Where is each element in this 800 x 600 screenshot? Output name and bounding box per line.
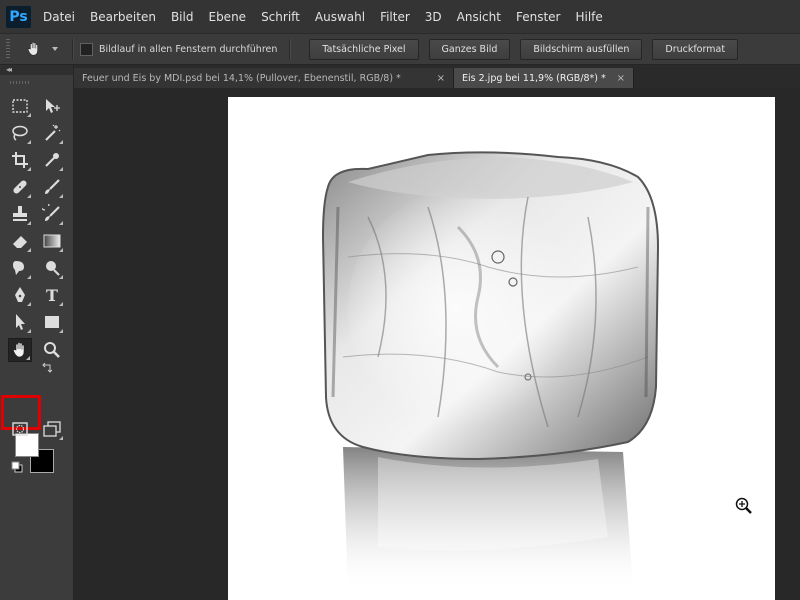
options-bar-grip[interactable] (6, 39, 10, 59)
clone-stamp-tool[interactable] (8, 202, 32, 226)
gradient-tool[interactable] (40, 229, 64, 253)
actual-pixels-button[interactable]: Tatsächliche Pixel (309, 38, 419, 60)
close-icon[interactable]: × (429, 73, 445, 84)
menu-bearbeiten[interactable]: Bearbeiten (90, 10, 156, 24)
blur-tool[interactable] (8, 256, 32, 280)
crop-tool[interactable] (8, 148, 32, 172)
menu-datei[interactable]: Datei (43, 10, 75, 24)
swap-arrows-icon (42, 363, 53, 373)
document-tab-bar: Feuer und Eis by MDI.psd bei 14,1% (Pull… (74, 65, 800, 88)
separator (289, 39, 292, 59)
tab-feuer-und-eis[interactable]: Feuer und Eis by MDI.psd bei 14,1% (Pull… (74, 68, 454, 88)
eraser-tool[interactable] (8, 229, 32, 253)
tools-panel-grip[interactable] (10, 81, 30, 84)
collapse-panel-icon[interactable]: ◂◂ (6, 66, 12, 74)
menu-hilfe[interactable]: Hilfe (575, 10, 602, 24)
menu-ansicht[interactable]: Ansicht (457, 10, 501, 24)
menu-filter[interactable]: Filter (380, 10, 410, 24)
photoshop-logo: Ps (6, 5, 31, 28)
default-colors-icon (11, 461, 23, 473)
type-tool[interactable]: T (40, 283, 64, 307)
fill-screen-button[interactable]: Bildschirm ausfüllen (520, 38, 643, 60)
type-icon: T (46, 285, 58, 305)
swap-colors-button[interactable] (40, 363, 54, 375)
dodge-tool[interactable] (40, 256, 64, 280)
chevron-down-icon[interactable] (52, 47, 58, 51)
zoom-tool[interactable] (40, 338, 64, 362)
zoom-cursor-icon (734, 496, 754, 516)
canvas-area[interactable] (74, 88, 800, 600)
brush-tool[interactable] (40, 175, 64, 199)
history-brush-tool[interactable] (40, 202, 64, 226)
path-selection-tool[interactable] (8, 310, 32, 334)
tool-preset-picker[interactable] (24, 39, 44, 59)
close-icon[interactable]: × (609, 73, 625, 84)
scroll-all-windows-label: Bildlauf in allen Fenstern durchführen (99, 43, 278, 55)
fit-screen-button[interactable]: Ganzes Bild (428, 38, 511, 60)
tab-eis-2[interactable]: Eis 2.jpg bei 11,9% (RGB/8*) * × (454, 68, 634, 88)
healing-brush-tool[interactable] (8, 175, 32, 199)
default-colors-button[interactable] (10, 460, 24, 474)
lasso-tool[interactable] (8, 121, 32, 145)
move-tool[interactable] (40, 94, 64, 118)
tools-panel-header: ◂◂ (0, 65, 73, 75)
pen-tool[interactable] (8, 283, 32, 307)
eyedropper-tool[interactable] (40, 148, 64, 172)
quick-mask-button[interactable] (8, 417, 32, 441)
quick-mask-icon (12, 422, 28, 436)
tools-panel: ◂◂ T (0, 65, 74, 600)
rectangle-tool[interactable] (40, 310, 64, 334)
ice-cube-image (321, 151, 660, 592)
marquee-tool[interactable] (8, 94, 32, 118)
tab-label: Eis 2.jpg bei 11,9% (RGB/8*) * (462, 72, 606, 84)
menu-fenster[interactable]: Fenster (516, 10, 561, 24)
print-size-button[interactable]: Druckformat (652, 38, 739, 60)
screen-mode-button[interactable] (40, 417, 64, 441)
separator (72, 39, 74, 59)
menu-ebene[interactable]: Ebene (208, 10, 246, 24)
tab-label: Feuer und Eis by MDI.psd bei 14,1% (Pull… (82, 72, 401, 84)
magic-wand-tool[interactable] (40, 121, 64, 145)
menu-schrift[interactable]: Schrift (261, 10, 300, 24)
menu-bar: Ps Datei Bearbeiten Bild Ebene Schrift A… (0, 0, 800, 33)
hand-icon (27, 41, 38, 56)
move-icon (46, 99, 60, 113)
options-bar: Bildlauf in allen Fenstern durchführen T… (0, 33, 800, 65)
zoom-icon (44, 342, 60, 358)
menu-3d[interactable]: 3D (425, 10, 442, 24)
menu-bild[interactable]: Bild (171, 10, 194, 24)
menu-auswahl[interactable]: Auswahl (315, 10, 365, 24)
scroll-all-windows-checkbox[interactable] (80, 42, 93, 56)
hand-tool[interactable] (8, 338, 32, 362)
document-canvas[interactable] (228, 97, 775, 600)
